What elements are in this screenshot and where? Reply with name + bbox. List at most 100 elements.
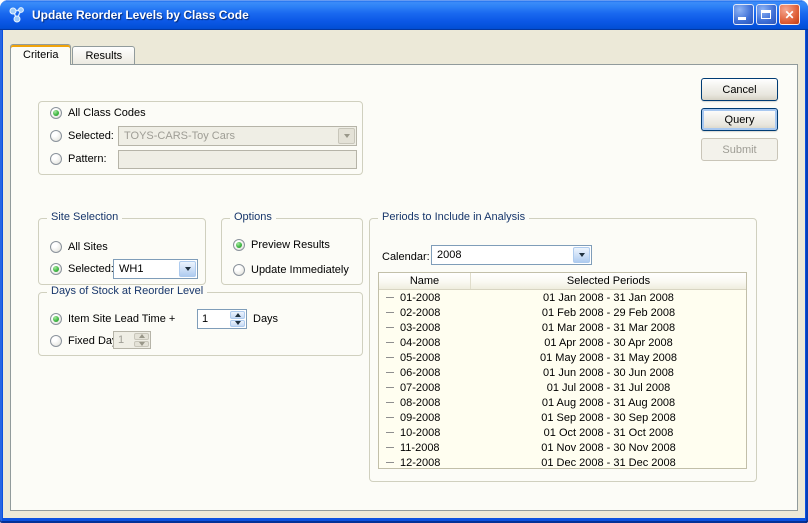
- column-header-selected-periods[interactable]: Selected Periods: [471, 273, 746, 289]
- lead-time-spinner-value[interactable]: 1: [198, 310, 229, 328]
- tree-node-icon: [386, 323, 395, 332]
- period-range: 01 Dec 2008 - 31 Dec 2008: [471, 457, 746, 469]
- preview-results-row: Preview Results: [233, 238, 330, 252]
- tab-criteria[interactable]: Criteria: [10, 44, 71, 65]
- selected-site-row: Selected:: [50, 262, 114, 276]
- spinner-up-icon[interactable]: [230, 311, 245, 319]
- days-suffix-label: Days: [253, 313, 278, 325]
- period-name: 09-2008: [400, 412, 440, 424]
- selected-site-radio[interactable]: [50, 263, 62, 275]
- title-bar[interactable]: Update Reorder Levels by Class Code ✕: [0, 0, 808, 30]
- maximize-icon: [761, 10, 771, 19]
- period-range: 01 Jan 2008 - 31 Jan 2008: [471, 292, 746, 304]
- minimize-button[interactable]: [733, 4, 754, 25]
- all-sites-radio[interactable]: [50, 241, 62, 253]
- lead-time-radio[interactable]: [50, 313, 62, 325]
- period-range: 01 Mar 2008 - 31 Mar 2008: [471, 322, 746, 334]
- criteria-tab-page: Cancel Query Submit All Class Codes Sele…: [10, 64, 798, 511]
- table-row[interactable]: 04-2008 01 Apr 2008 - 30 Apr 2008: [379, 335, 746, 350]
- periods-table-header: Name Selected Periods: [379, 273, 746, 290]
- tree-node-icon: [386, 383, 395, 392]
- selected-class-code-row: Selected:: [50, 129, 114, 143]
- preview-results-label: Preview Results: [251, 239, 330, 251]
- update-immediately-row: Update Immediately: [233, 263, 349, 277]
- close-button[interactable]: ✕: [779, 4, 800, 25]
- selected-class-code-radio[interactable]: [50, 130, 62, 142]
- period-name: 08-2008: [400, 397, 440, 409]
- tree-node-icon: [386, 353, 395, 362]
- calendar-select[interactable]: 2008: [431, 245, 592, 265]
- table-row[interactable]: 09-2008 01 Sep 2008 - 30 Sep 2008: [379, 410, 746, 425]
- spinner-down-icon[interactable]: [230, 320, 245, 328]
- period-range: 01 Sep 2008 - 30 Sep 2008: [471, 412, 746, 424]
- column-header-name[interactable]: Name: [379, 273, 471, 289]
- table-row[interactable]: 08-2008 01 Aug 2008 - 31 Aug 2008: [379, 395, 746, 410]
- fixed-days-spinner: 1: [113, 331, 151, 349]
- all-class-codes-label: All Class Codes: [68, 107, 146, 119]
- table-row[interactable]: 07-2008 01 Jul 2008 - 31 Jul 2008: [379, 380, 746, 395]
- period-name: 03-2008: [400, 322, 440, 334]
- tree-node-icon: [386, 428, 395, 437]
- period-range: 01 Aug 2008 - 31 Aug 2008: [471, 397, 746, 409]
- table-row[interactable]: 10-2008 01 Oct 2008 - 31 Oct 2008: [379, 425, 746, 440]
- pattern-row: Pattern:: [50, 152, 107, 166]
- lead-time-spinner[interactable]: 1: [197, 309, 247, 329]
- period-range: 01 Nov 2008 - 30 Nov 2008: [471, 442, 746, 454]
- table-row[interactable]: 01-2008 01 Jan 2008 - 31 Jan 2008: [379, 290, 746, 305]
- table-row[interactable]: 03-2008 01 Mar 2008 - 31 Mar 2008: [379, 320, 746, 335]
- period-range: 01 Apr 2008 - 30 Apr 2008: [471, 337, 746, 349]
- period-range: 01 Feb 2008 - 29 Feb 2008: [471, 307, 746, 319]
- window-controls: ✕: [733, 4, 800, 25]
- table-row[interactable]: 05-2008 01 May 2008 - 31 May 2008: [379, 350, 746, 365]
- class-code-select: TOYS-CARS-Toy Cars: [118, 126, 357, 146]
- period-range: 01 Jul 2008 - 31 Jul 2008: [471, 382, 746, 394]
- calendar-select-value: 2008: [437, 249, 573, 261]
- update-immediately-radio[interactable]: [233, 264, 245, 276]
- tab-results[interactable]: Results: [72, 46, 135, 64]
- spinner-down-icon: [134, 341, 149, 348]
- period-name: 04-2008: [400, 337, 440, 349]
- app-icon: [8, 6, 26, 24]
- table-row[interactable]: 06-2008 01 Jun 2008 - 30 Jun 2008: [379, 365, 746, 380]
- dialog-body: Criteria Results Cancel Query Submit All…: [3, 30, 805, 518]
- pattern-label: Pattern:: [68, 153, 107, 165]
- tree-node-icon: [386, 338, 395, 347]
- tree-node-icon: [386, 458, 395, 467]
- all-class-codes-radio[interactable]: [50, 107, 62, 119]
- chevron-down-icon: [338, 128, 355, 144]
- tree-node-icon: [386, 443, 395, 452]
- site-select-value: WH1: [119, 263, 179, 275]
- maximize-button[interactable]: [756, 4, 777, 25]
- query-button[interactable]: Query: [701, 108, 778, 131]
- window-title: Update Reorder Levels by Class Code: [32, 8, 249, 22]
- period-name: 01-2008: [400, 292, 440, 304]
- period-name: 06-2008: [400, 367, 440, 379]
- lead-time-label: Item Site Lead Time +: [68, 313, 175, 325]
- tree-node-icon: [386, 293, 395, 302]
- period-range: 01 Jun 2008 - 30 Jun 2008: [471, 367, 746, 379]
- period-name: 11-2008: [400, 442, 440, 454]
- lead-time-row: Item Site Lead Time +: [50, 312, 175, 326]
- options-title: Options: [230, 211, 276, 223]
- chevron-down-icon[interactable]: [573, 247, 590, 263]
- pattern-radio[interactable]: [50, 153, 62, 165]
- site-select[interactable]: WH1: [113, 259, 198, 279]
- all-sites-row: All Sites: [50, 240, 108, 254]
- period-range: 01 May 2008 - 31 May 2008: [471, 352, 746, 364]
- calendar-label: Calendar:: [382, 251, 430, 263]
- period-name: 10-2008: [400, 427, 440, 439]
- table-row[interactable]: 02-2008 01 Feb 2008 - 29 Feb 2008: [379, 305, 746, 320]
- table-row[interactable]: 11-2008 01 Nov 2008 - 30 Nov 2008: [379, 440, 746, 455]
- submit-button: Submit: [701, 138, 778, 161]
- chevron-down-icon[interactable]: [179, 261, 196, 277]
- tree-node-icon: [386, 413, 395, 422]
- preview-results-radio[interactable]: [233, 239, 245, 251]
- tab-bar: Criteria Results: [10, 43, 136, 64]
- periods-title: Periods to Include in Analysis: [378, 211, 529, 223]
- cancel-button[interactable]: Cancel: [701, 78, 778, 101]
- table-row[interactable]: 12-2008 01 Dec 2008 - 31 Dec 2008: [379, 455, 746, 469]
- fixed-days-radio[interactable]: [50, 335, 62, 347]
- all-class-codes-row: All Class Codes: [50, 106, 146, 120]
- dialog-window: Update Reorder Levels by Class Code ✕ Cr…: [0, 0, 808, 523]
- days-of-stock-title: Days of Stock at Reorder Level: [47, 285, 207, 297]
